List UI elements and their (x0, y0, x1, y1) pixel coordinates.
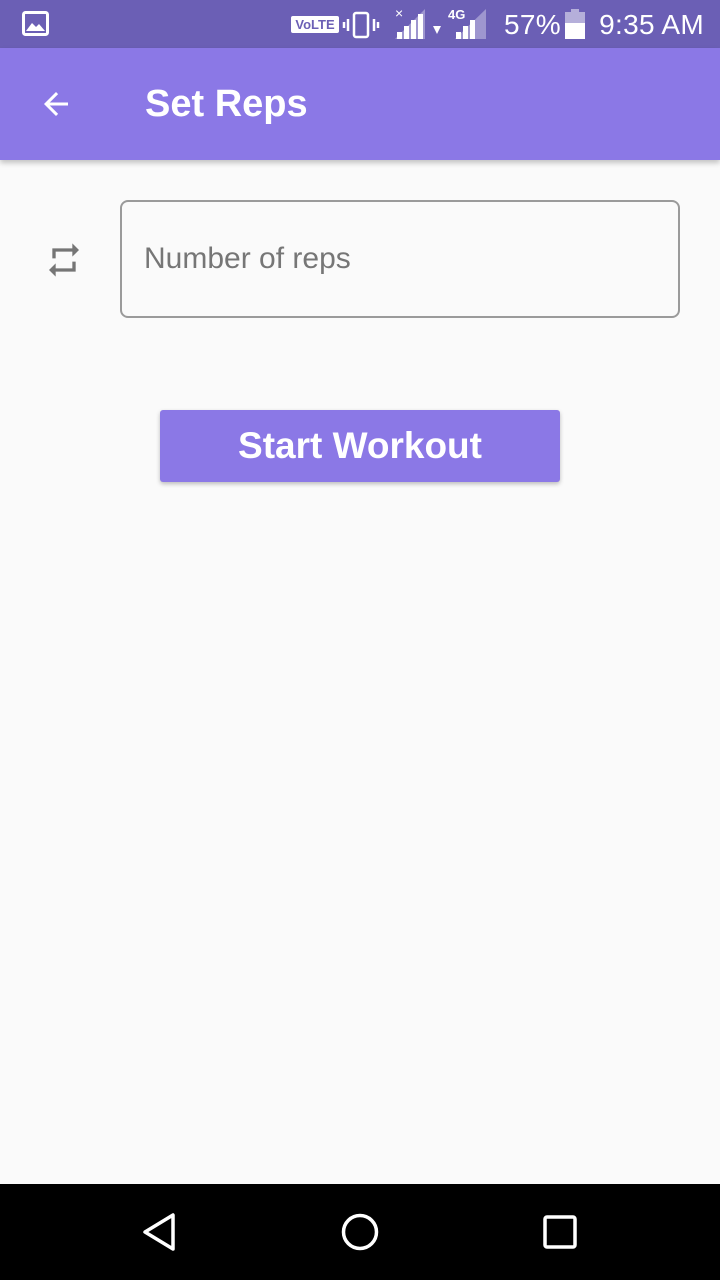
data-arrow-icon (433, 26, 441, 34)
page-title: Set Reps (145, 83, 308, 125)
app-bar: Set Reps (0, 48, 720, 160)
signal-4g-icon: 4G (448, 7, 486, 39)
signal-icon: × (395, 6, 425, 39)
reps-field[interactable] (120, 200, 680, 318)
back-button[interactable] (24, 72, 88, 136)
nav-recents-icon (543, 1215, 577, 1249)
arrow-back-icon (44, 92, 68, 116)
svg-text:4G: 4G (448, 7, 465, 22)
volte-badge: VoLTE (291, 16, 339, 33)
battery-icon (565, 9, 585, 39)
nav-recents-button[interactable] (520, 1202, 600, 1262)
clock: 9:35 AM (599, 9, 704, 40)
battery-percent: 57% (504, 9, 561, 40)
status-icons: VoLTE × 4G (291, 6, 486, 39)
status-bar: VoLTE × 4G 57% 9:35 AM (0, 0, 720, 48)
nav-back-icon (143, 1213, 175, 1251)
vibrate-icon (342, 11, 380, 39)
navigation-bar (0, 1184, 720, 1280)
nav-back-button[interactable] (120, 1202, 200, 1262)
svg-text:VoLTE: VoLTE (295, 17, 335, 32)
repeat-icon (49, 243, 79, 277)
svg-text:×: × (395, 6, 403, 21)
nav-home-icon (341, 1213, 379, 1251)
gallery-icon (22, 11, 49, 36)
start-workout-button[interactable]: Start Workout (160, 410, 560, 482)
reps-input[interactable] (144, 202, 654, 316)
nav-home-button[interactable] (320, 1202, 400, 1262)
